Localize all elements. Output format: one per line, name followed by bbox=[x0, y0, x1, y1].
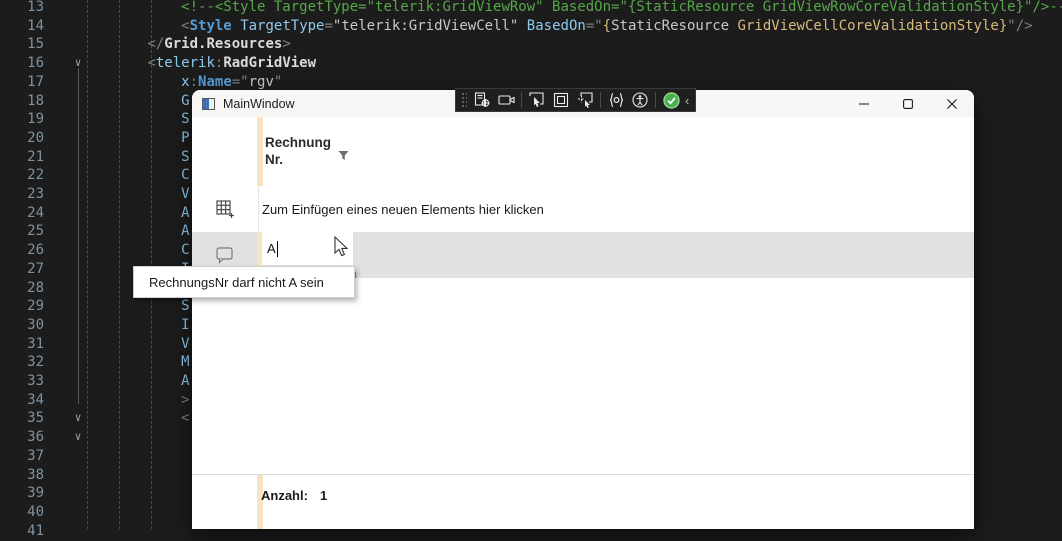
code-text: <Style TargetType="telerik:GridViewCell"… bbox=[80, 17, 1033, 36]
line-number: 36 bbox=[0, 428, 44, 447]
column-highlight-stripe bbox=[257, 117, 263, 186]
line-number: 34 bbox=[0, 391, 44, 410]
line-number: 13 bbox=[0, 0, 44, 17]
close-button[interactable] bbox=[930, 90, 974, 117]
line-number: 16 bbox=[0, 54, 44, 73]
line-number: 40 bbox=[0, 503, 44, 522]
line-number: 33 bbox=[0, 372, 44, 391]
in-app-debug-toolbar: ‹ bbox=[455, 88, 696, 112]
line-number: 26 bbox=[0, 241, 44, 260]
line-number: 30 bbox=[0, 316, 44, 335]
line-number: 19 bbox=[0, 110, 44, 129]
insert-row-label: Zum Einfügen eines neuen Elements hier k… bbox=[262, 186, 544, 232]
window-icon bbox=[202, 98, 215, 110]
line-number: 37 bbox=[0, 447, 44, 466]
code-text: C bbox=[80, 241, 190, 260]
column-separator bbox=[258, 186, 259, 232]
code-text: A bbox=[80, 372, 190, 391]
line-number: 38 bbox=[0, 466, 44, 485]
screenshot-camera-icon[interactable] bbox=[497, 91, 515, 109]
window-title: MainWindow bbox=[223, 97, 295, 111]
code-text: V bbox=[80, 335, 190, 354]
display-layout-adorners-icon[interactable] bbox=[552, 91, 570, 109]
code-text: S bbox=[80, 148, 190, 167]
code-text: P bbox=[80, 129, 190, 148]
filter-funnel-icon[interactable] bbox=[338, 148, 349, 166]
line-number: 41 bbox=[0, 522, 44, 541]
line-number: 17 bbox=[0, 73, 44, 92]
code-text: S bbox=[80, 110, 190, 129]
mouse-cursor bbox=[331, 236, 351, 263]
code-text: A bbox=[80, 222, 190, 241]
line-number: 27 bbox=[0, 260, 44, 279]
line-number: 31 bbox=[0, 335, 44, 354]
line-number: 39 bbox=[0, 484, 44, 503]
code-text: <!--<Style TargetType="telerik:GridViewR… bbox=[80, 0, 1062, 17]
footer-count-label: Anzahl: bbox=[261, 488, 308, 503]
insert-row-grid-plus-icon bbox=[216, 200, 235, 224]
code-text: A bbox=[80, 204, 190, 223]
grid-header-row: Rechnung Nr. bbox=[192, 117, 974, 187]
code-text: </Grid.Resources> bbox=[80, 35, 291, 54]
toolbar-grip[interactable] bbox=[460, 91, 467, 109]
code-text: > bbox=[80, 391, 190, 410]
line-number: 32 bbox=[0, 353, 44, 372]
maximize-button[interactable] bbox=[886, 90, 930, 117]
line-number: 15 bbox=[0, 35, 44, 54]
line-number: 18 bbox=[0, 92, 44, 111]
line-number: 24 bbox=[0, 204, 44, 223]
maximize-icon bbox=[903, 99, 913, 109]
go-to-live-visual-tree-icon[interactable] bbox=[473, 91, 491, 109]
line-number: 22 bbox=[0, 166, 44, 185]
fold-chevron-icon[interactable]: ∨ bbox=[70, 428, 86, 447]
code-text: S bbox=[80, 297, 190, 316]
line-number: 20 bbox=[0, 129, 44, 148]
grid-empty-area bbox=[192, 278, 974, 474]
close-icon bbox=[947, 99, 957, 109]
code-text: < bbox=[80, 409, 190, 428]
fold-scope-line bbox=[78, 68, 79, 404]
line-number: 29 bbox=[0, 297, 44, 316]
line-number: 23 bbox=[0, 185, 44, 204]
toolbar-separator bbox=[655, 92, 656, 108]
code-text: M bbox=[80, 353, 190, 372]
collapse-toolbar-chevron[interactable]: ‹ bbox=[685, 93, 689, 108]
select-element-icon[interactable] bbox=[528, 91, 546, 109]
insert-new-row[interactable]: Zum Einfügen eines neuen Elements hier k… bbox=[192, 186, 974, 232]
toolbar-separator bbox=[600, 92, 601, 108]
grid-footer: Anzahl: 1 bbox=[192, 475, 974, 529]
code-text: G bbox=[80, 92, 190, 111]
text-caret bbox=[277, 241, 278, 257]
column-header-rechnung-nr[interactable]: Rechnung Nr. bbox=[265, 134, 331, 168]
xaml-hot-reload-icon[interactable] bbox=[607, 91, 625, 109]
status-ok-icon[interactable] bbox=[662, 91, 680, 109]
track-focused-element-icon[interactable] bbox=[576, 91, 594, 109]
code-text: I bbox=[80, 316, 190, 335]
validation-tooltip: RechnungsNr darf nicht A sein bbox=[133, 266, 355, 298]
toolbar-separator bbox=[521, 92, 522, 108]
line-number: 14 bbox=[0, 17, 44, 36]
line-number: 21 bbox=[0, 148, 44, 167]
line-number: 28 bbox=[0, 279, 44, 298]
minimize-button[interactable] bbox=[842, 90, 886, 117]
minimize-icon bbox=[859, 99, 869, 109]
line-number: 25 bbox=[0, 222, 44, 241]
code-text: V bbox=[80, 185, 190, 204]
line-number: 35 bbox=[0, 409, 44, 428]
accessibility-checker-icon[interactable] bbox=[631, 91, 649, 109]
footer-count-value: 1 bbox=[320, 488, 327, 503]
code-text: <telerik:RadGridView bbox=[80, 54, 316, 73]
mainwindow: MainWindow Rechnung Nr. bbox=[192, 90, 974, 529]
code-text: C bbox=[80, 166, 190, 185]
cell-edit-value: A bbox=[267, 241, 276, 256]
validation-tooltip-text: RechnungsNr darf nicht A sein bbox=[149, 275, 324, 290]
code-text: x:Name="rgv" bbox=[80, 73, 282, 92]
